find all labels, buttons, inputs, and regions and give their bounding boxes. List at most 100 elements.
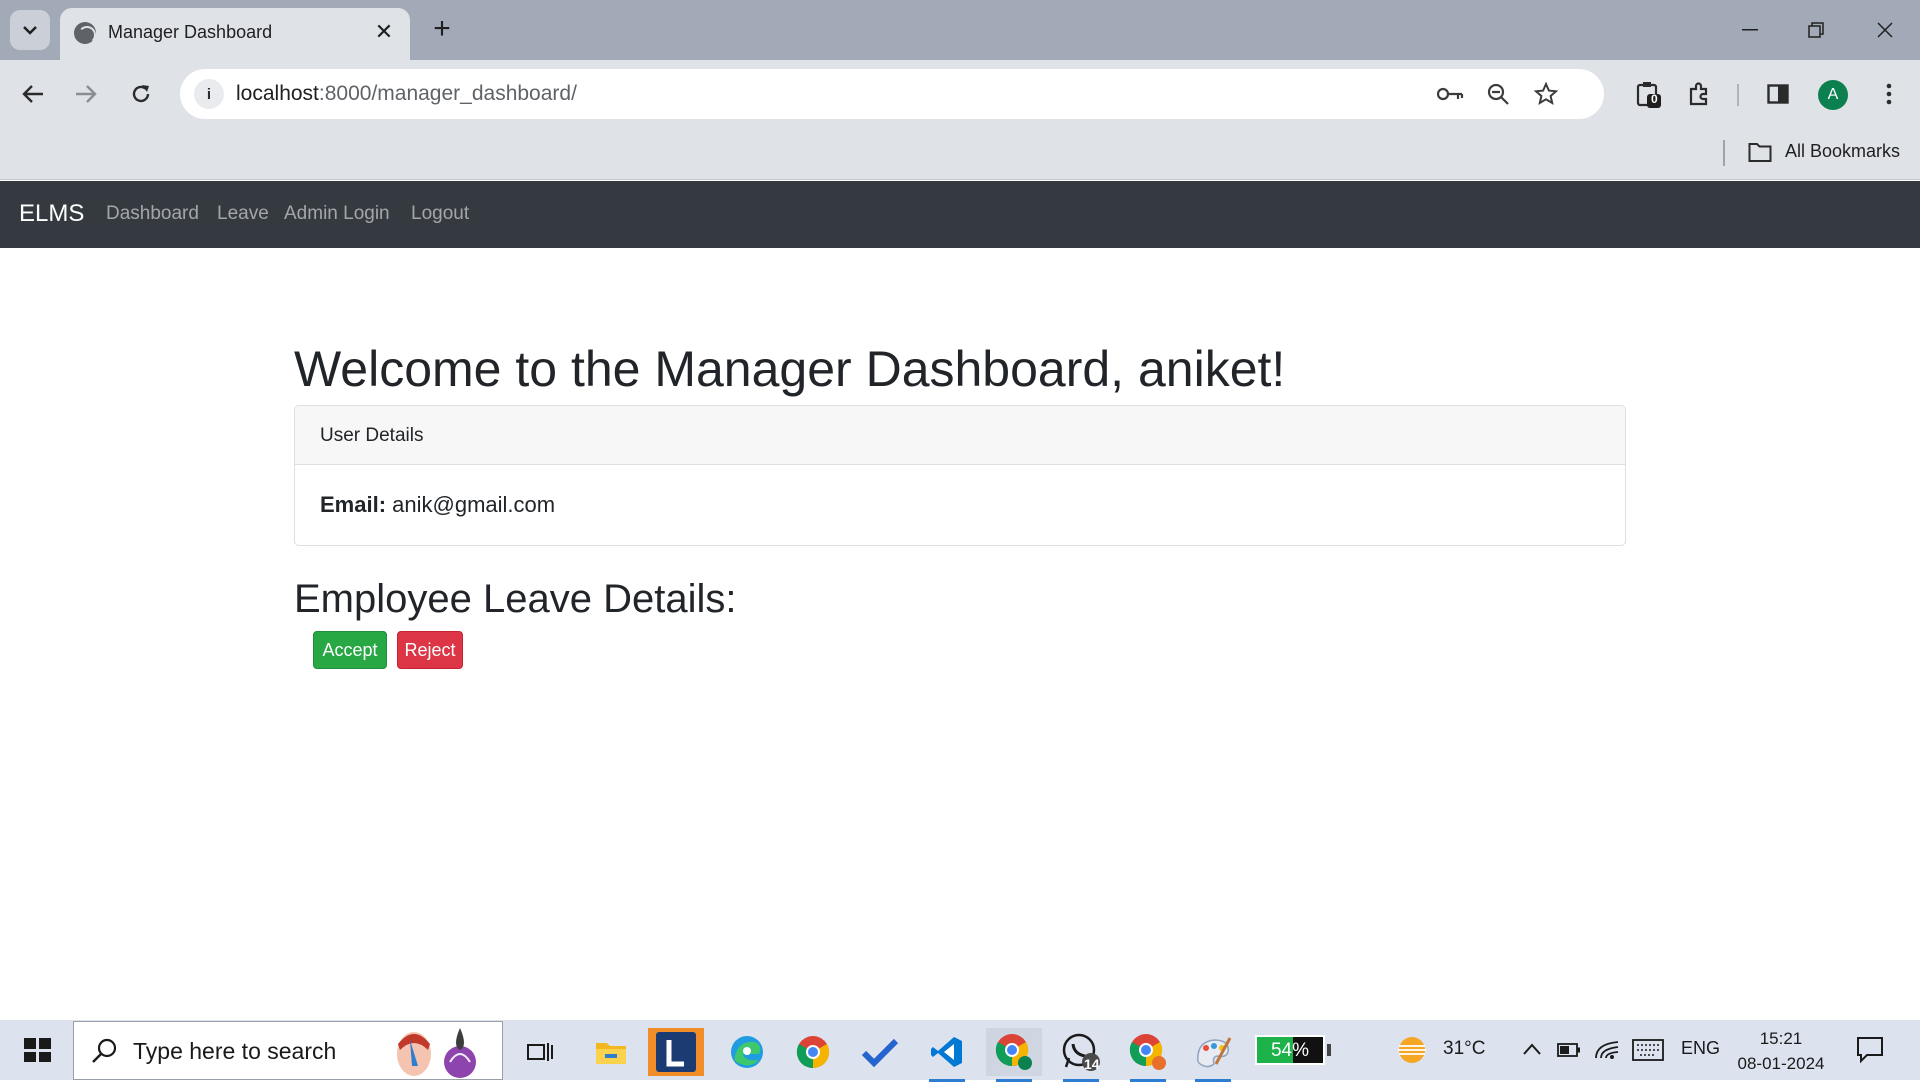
user-details-card: User Details Email: anik@gmail.com	[294, 405, 1626, 546]
vscode-icon	[931, 1037, 962, 1067]
taskbar-app-vscode[interactable]	[919, 1028, 975, 1082]
zoom-out-icon	[1487, 83, 1509, 105]
taskbar-app-file-explorer[interactable]	[583, 1028, 639, 1076]
l-app-icon	[656, 1032, 696, 1072]
start-button[interactable]	[14, 1032, 58, 1068]
chevron-down-icon	[23, 26, 37, 35]
extension-clipboard-button[interactable]: 0	[1628, 74, 1668, 114]
site-info-icon[interactable]: i	[194, 79, 224, 109]
windows-logo-icon	[39, 1038, 51, 1049]
taskbar-clock[interactable]: 15:21 08-01-2024	[1730, 1026, 1832, 1076]
reject-button[interactable]: Reject	[397, 631, 463, 669]
weather-sun-icon[interactable]	[1395, 1034, 1429, 1066]
notification-icon[interactable]	[1855, 1034, 1885, 1064]
taskbar-app-chrome[interactable]	[785, 1028, 841, 1076]
side-panel-icon	[1767, 84, 1789, 104]
task-view-icon	[527, 1043, 553, 1061]
address-bar[interactable]: i localhost:8000/manager_dashboard/	[180, 69, 1604, 119]
chevron-up-icon[interactable]	[1522, 1042, 1542, 1056]
arrow-right-icon	[76, 85, 97, 103]
puzzle-icon	[1689, 82, 1708, 106]
keyboard-icon[interactable]	[1632, 1039, 1664, 1061]
search-icon	[92, 1038, 117, 1063]
taskbar-app-chrome-profile-a[interactable]	[986, 1028, 1042, 1082]
taskbar-app-l[interactable]	[648, 1028, 704, 1076]
card-body: Email: anik@gmail.com	[295, 465, 1625, 545]
input-language[interactable]: ENG	[1681, 1038, 1720, 1059]
paint-palette-icon	[1197, 1037, 1232, 1068]
weather-temperature[interactable]: 31°C	[1443, 1038, 1485, 1060]
checkmark-icon	[861, 1038, 899, 1067]
chrome-icon	[796, 1036, 830, 1069]
bookmark-star-icon[interactable]	[1530, 78, 1562, 110]
side-panel-button[interactable]	[1758, 74, 1798, 114]
extension-badge: 0	[1651, 92, 1658, 106]
taskbar-app-chrome-profile-b[interactable]	[1120, 1028, 1176, 1082]
task-view-button[interactable]	[512, 1028, 568, 1076]
clock-date: 08-01-2024	[1737, 1054, 1825, 1073]
reload-button[interactable]	[121, 74, 161, 114]
accept-button[interactable]: Accept	[313, 631, 387, 669]
new-tab-button[interactable]: +	[424, 12, 460, 48]
battery-status-icon[interactable]	[1557, 1042, 1581, 1058]
minimize-icon	[1742, 29, 1758, 31]
star-icon	[1534, 82, 1558, 106]
arrow-left-icon	[22, 85, 43, 103]
windows-logo-icon	[24, 1038, 36, 1049]
restore-button[interactable]	[1786, 8, 1846, 52]
page-title: Welcome to the Manager Dashboard, aniket…	[294, 341, 1286, 397]
app-navbar: ELMS Dashboard Leave Admin Login Logout	[0, 181, 1920, 248]
all-bookmarks-link[interactable]: All Bookmarks	[1785, 141, 1900, 162]
tab-close-icon[interactable]: ✕	[370, 18, 398, 46]
taskbar-app-edge[interactable]	[719, 1028, 775, 1076]
toolbar-separator	[1737, 84, 1739, 106]
email-label: Email:	[320, 492, 387, 517]
taskbar-app-todo[interactable]	[852, 1028, 908, 1076]
reload-icon	[132, 85, 150, 103]
nav-link-dashboard[interactable]: Dashboard	[106, 203, 199, 225]
leave-details-heading: Employee Leave Details:	[294, 577, 737, 621]
battery-meter-cap	[1327, 1044, 1331, 1056]
browser-menu-button[interactable]	[1869, 74, 1909, 114]
wifi-icon[interactable]	[1594, 1040, 1620, 1060]
windows-logo-icon	[39, 1051, 51, 1062]
key-icon[interactable]	[1434, 78, 1466, 110]
close-window-button[interactable]	[1855, 8, 1915, 52]
url-text[interactable]: localhost:8000/manager_dashboard/	[236, 82, 577, 106]
windows-logo-icon	[24, 1051, 36, 1062]
nav-link-admin-login[interactable]: Admin Login	[284, 203, 390, 225]
extensions-button[interactable]	[1679, 74, 1719, 114]
tab-title: Manager Dashboard	[108, 22, 273, 42]
nav-link-logout[interactable]: Logout	[411, 203, 469, 225]
forward-button[interactable]	[66, 74, 106, 114]
taskbar: Type here to search 14 54% 31°C ENG 15:2…	[0, 1020, 1920, 1082]
profile-avatar[interactable]: A	[1818, 80, 1848, 110]
browser-toolbar: i localhost:8000/manager_dashboard/ 0 A	[0, 60, 1920, 128]
kebab-menu-icon	[1886, 83, 1892, 105]
browser-tabstrip: Manager Dashboard ✕ +	[0, 0, 1920, 60]
chrome-profile-icon	[995, 1034, 1032, 1070]
taskbar-app-paint[interactable]	[1185, 1028, 1241, 1082]
battery-meter[interactable]: 54%	[1255, 1035, 1325, 1065]
browser-tab-active[interactable]: Manager Dashboard ✕	[60, 8, 410, 60]
close-icon	[1877, 22, 1893, 38]
battery-percent: 54%	[1270, 1040, 1310, 1061]
card-header: User Details	[295, 406, 1625, 465]
minimize-button[interactable]	[1720, 8, 1780, 52]
key-icon-graphic	[1436, 87, 1464, 101]
zoom-icon[interactable]	[1482, 78, 1514, 110]
back-button[interactable]	[13, 74, 53, 114]
chrome-profile-icon	[1129, 1034, 1166, 1070]
email-value: anik@gmail.com	[392, 492, 556, 517]
tab-search-button[interactable]	[10, 10, 50, 50]
taskbar-app-whatsapp[interactable]: 14	[1053, 1028, 1109, 1082]
navbar-brand[interactable]: ELMS	[19, 200, 84, 228]
bookmarks-bar: All Bookmarks	[0, 128, 1920, 180]
folder-icon[interactable]	[1748, 141, 1772, 163]
globe-icon	[74, 22, 96, 44]
edge-icon	[731, 1036, 763, 1068]
search-placeholder: Type here to search	[133, 1038, 337, 1064]
clock-time: 15:21	[1759, 1029, 1803, 1048]
taskbar-search-box[interactable]: Type here to search	[73, 1021, 503, 1080]
nav-link-leave[interactable]: Leave	[217, 203, 269, 225]
